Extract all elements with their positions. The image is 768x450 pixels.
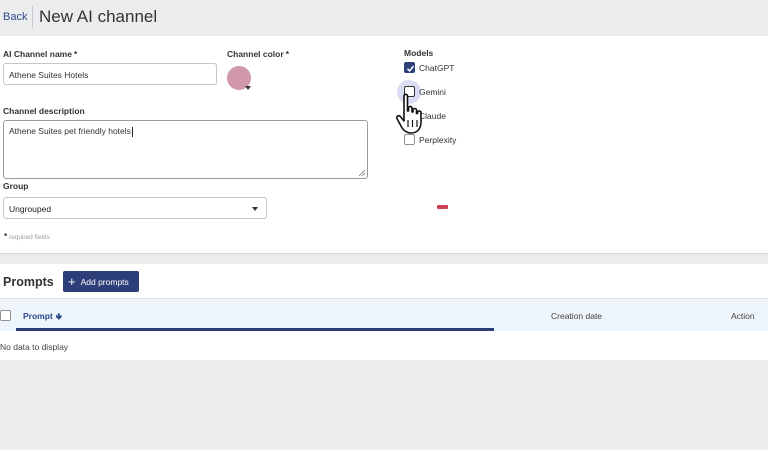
prompts-title: Prompts	[3, 275, 54, 289]
select-all-checkbox[interactable]	[0, 310, 11, 321]
back-link[interactable]: Back	[3, 11, 27, 23]
sort-arrow-down-icon: 🢃	[55, 311, 62, 321]
page-title: New AI channel	[39, 7, 158, 26]
add-prompts-button[interactable]: + Add prompts	[63, 271, 139, 292]
channel-name-label: AI Channel name *	[3, 49, 78, 59]
channel-description-text: Athene Suites pet friendly hotels	[9, 126, 131, 136]
model-checkbox-chatgpt[interactable]	[404, 62, 415, 73]
checkmark-icon	[406, 65, 415, 73]
prompts-panel: Prompts + Add prompts Prompt 🢃 Creation d…	[0, 264, 768, 360]
column-header-creation-date[interactable]: Creation date	[551, 311, 602, 321]
loading-progress-bar	[16, 328, 494, 331]
add-prompts-label: Add prompts	[80, 276, 129, 287]
model-label-chatgpt[interactable]: ChatGPT	[419, 63, 454, 73]
top-bar: Back New AI channel	[0, 0, 768, 36]
column-header-prompt[interactable]: Prompt 🢃	[23, 311, 62, 325]
remove-icon[interactable]	[437, 205, 448, 209]
text-caret	[131, 126, 133, 137]
chevron-down-icon	[252, 207, 258, 211]
channel-description-textarea[interactable]: Athene Suites pet friendly hotels	[3, 120, 368, 179]
chevron-down-icon[interactable]	[245, 86, 251, 90]
prompts-table-header: Prompt 🢃 Creation date Action	[0, 298, 768, 331]
empty-table-message: No data to display	[0, 342, 69, 352]
group-select-value: Ungrouped	[9, 204, 52, 214]
hand-pointer-cursor-icon	[396, 93, 422, 134]
resize-grip-icon[interactable]	[358, 169, 365, 176]
column-header-action: Action	[731, 311, 755, 321]
group-label: Group	[3, 181, 29, 191]
channel-name-input[interactable]: Athene Suites Hotels	[3, 63, 217, 85]
models-label: Models	[404, 48, 434, 58]
channel-description-label: Channel description	[3, 106, 85, 116]
title-divider	[32, 6, 33, 28]
channel-color-label: Channel color *	[227, 49, 289, 59]
plus-icon: +	[68, 274, 76, 289]
group-select[interactable]: Ungrouped	[3, 197, 267, 219]
model-label-perplexity[interactable]: Perplexity	[419, 135, 456, 145]
required-fields-note: * required fields	[4, 232, 50, 241]
